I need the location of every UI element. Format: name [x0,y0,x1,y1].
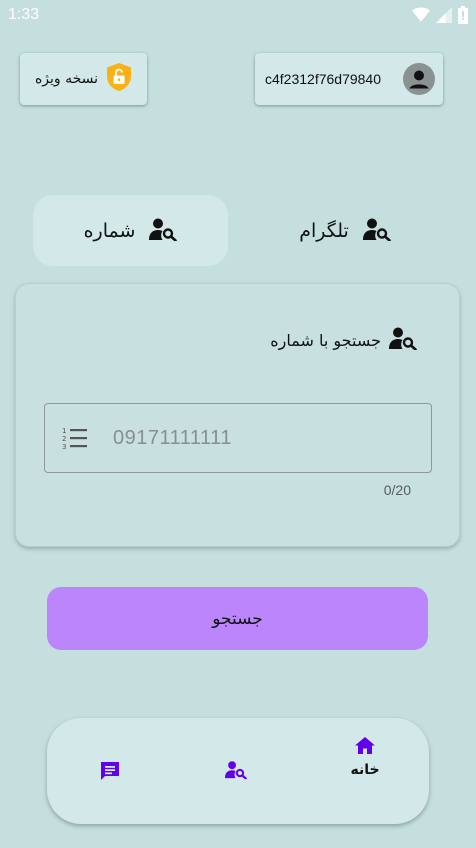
bottom-navigation: خانه [47,718,429,824]
chat-icon [99,760,121,786]
wifi-icon [412,7,430,23]
format-list-numbered-icon: 1 2 3 [62,426,88,454]
unlocked-shield-icon [106,62,132,96]
search-card-title-text: جستجو با شماره [270,330,381,350]
user-id: c4f2312f76d79840 [265,71,381,87]
svg-text:3: 3 [62,443,66,450]
user-id-chip[interactable]: c4f2312f76d79840 [255,53,443,105]
status-bar: 1:33 [0,0,476,32]
phone-number-field[interactable]: 1 2 3 [44,403,432,473]
status-time: 1:33 [8,6,40,23]
svg-text:1: 1 [62,427,66,435]
nav-item-chat[interactable] [99,760,121,786]
search-card: جستجو با شماره 1 2 3 0/20 [15,283,460,547]
tab-phone[interactable]: شماره [33,195,228,266]
search-button[interactable]: جستجو [47,587,428,650]
person-search-icon [149,217,178,245]
phone-number-input[interactable] [113,426,413,450]
tab-telegram[interactable]: تلگرام [245,195,445,266]
svg-text:2: 2 [62,435,66,443]
premium-version-button[interactable]: نسخه ویژه [20,53,147,105]
nav-home-label: خانه [350,762,380,778]
nav-item-home[interactable]: خانه [345,736,385,778]
status-icons [412,6,468,24]
battery-icon [458,6,468,24]
person-search-icon [389,326,417,354]
search-card-title: جستجو با شماره [270,326,417,354]
person-search-icon [225,760,247,783]
tab-telegram-label: تلگرام [299,219,349,242]
tab-phone-label: شماره [83,219,136,242]
premium-label: نسخه ویژه [34,71,99,87]
account-circle-icon [403,63,435,95]
nav-item-search[interactable] [225,760,247,783]
signal-icon [436,7,452,23]
character-counter: 0/20 [383,482,411,498]
home-icon [354,736,376,760]
person-search-icon [362,217,391,245]
